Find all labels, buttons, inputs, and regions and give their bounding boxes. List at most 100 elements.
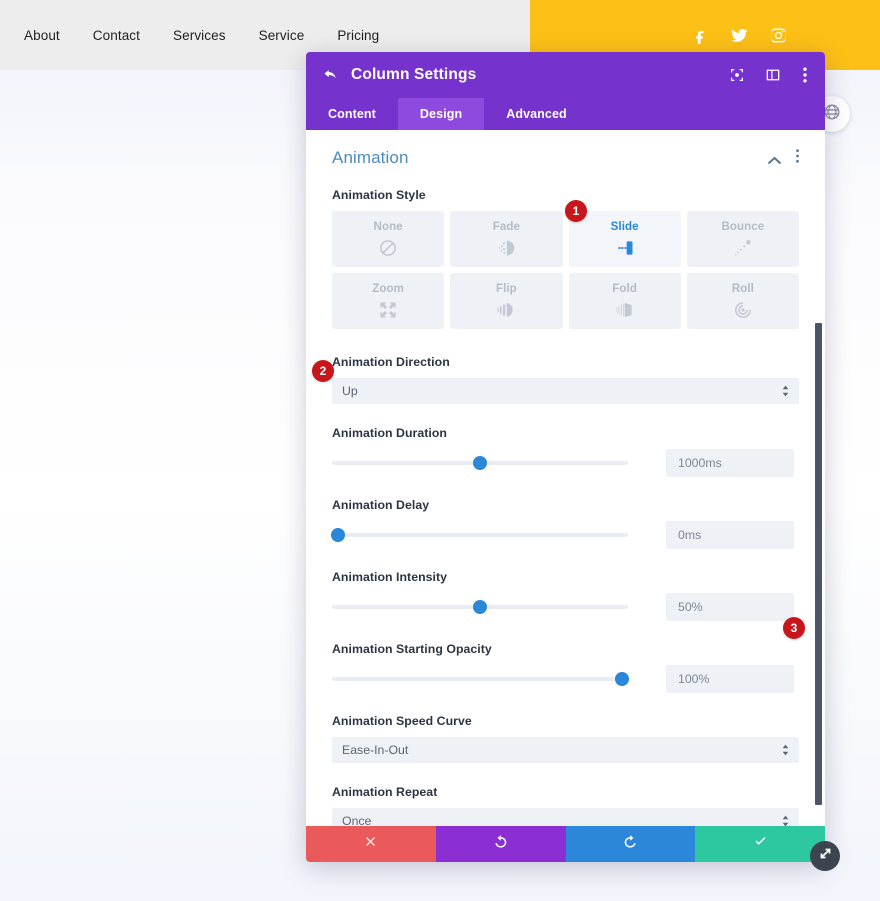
redo-button[interactable]	[565, 826, 696, 862]
nav-link-pricing[interactable]: Pricing	[337, 28, 379, 43]
back-arrow-icon[interactable]	[322, 67, 339, 84]
redo-icon	[623, 834, 638, 854]
chevron-updown-icon	[782, 385, 789, 397]
focus-target-icon[interactable]	[729, 67, 745, 83]
layout-panel-icon[interactable]	[765, 67, 781, 83]
globe-icon	[823, 103, 841, 126]
tab-design[interactable]: Design	[397, 98, 485, 130]
animation-speed-curve-select[interactable]: Ease-In-Out	[332, 737, 799, 763]
slider-handle[interactable]	[473, 456, 487, 470]
style-option-label: Slide	[610, 220, 639, 233]
slider-handle[interactable]	[330, 528, 345, 542]
animation-intensity-input[interactable]: 50%	[666, 593, 794, 621]
close-x-icon	[363, 834, 378, 854]
chevron-updown-icon	[782, 815, 789, 826]
slider-track	[332, 533, 628, 537]
animation-delay-label: Animation Delay	[332, 498, 430, 512]
animation-intensity-slider[interactable]	[332, 597, 628, 617]
animation-direction-value: Up	[342, 384, 358, 398]
animation-speed-curve-label: Animation Speed Curve	[332, 714, 472, 728]
animation-direction-label: Animation Direction	[332, 355, 450, 369]
undo-button[interactable]	[435, 826, 566, 862]
nav-link-service[interactable]: Service	[259, 28, 305, 43]
chevron-up-icon[interactable]	[767, 153, 782, 165]
animation-starting-opacity-label: Animation Starting Opacity	[332, 642, 492, 656]
animation-starting-opacity-row: 100%	[332, 665, 799, 693]
style-option-fade[interactable]: Fade	[450, 211, 563, 267]
undo-icon	[493, 834, 508, 854]
flip-panel-icon	[496, 300, 516, 320]
tab-content[interactable]: Content	[306, 98, 398, 130]
modal-action-bar	[306, 826, 825, 862]
facebook-icon[interactable]	[692, 27, 709, 45]
modal-header: Column Settings	[306, 52, 825, 98]
animation-style-label: Animation Style	[332, 188, 426, 202]
fade-dots-icon	[496, 238, 516, 258]
roll-spiral-icon	[733, 300, 753, 320]
resize-handle[interactable]	[810, 841, 840, 871]
resize-diagonal-icon	[819, 847, 832, 865]
scrollbar-thumb[interactable]	[815, 323, 822, 805]
animation-intensity-row: 50%	[332, 593, 799, 621]
kebab-menu-icon[interactable]	[796, 148, 799, 168]
nav-link-about[interactable]: About	[24, 28, 60, 43]
animation-duration-slider[interactable]	[332, 453, 628, 473]
slider-handle[interactable]	[473, 600, 487, 614]
animation-delay-slider[interactable]	[330, 525, 628, 545]
save-button[interactable]	[695, 826, 825, 862]
style-option-label: Fade	[492, 220, 520, 233]
animation-delay-input[interactable]: 0ms	[666, 521, 794, 549]
style-option-slide[interactable]: Slide	[568, 211, 681, 267]
animation-starting-opacity-input[interactable]: 100%	[666, 665, 794, 693]
animation-delay-row: 0ms	[330, 521, 799, 549]
fold-paper-icon	[615, 300, 635, 320]
style-option-label: Roll	[731, 282, 754, 295]
style-option-zoom[interactable]: Zoom	[332, 273, 445, 329]
modal-body: Animation Animation Style None Fade Slid…	[306, 130, 825, 826]
instagram-icon[interactable]	[770, 27, 787, 44]
twitter-icon[interactable]	[731, 27, 748, 44]
slider-track	[332, 677, 628, 681]
modal-title: Column Settings	[351, 66, 477, 83]
style-option-label: Zoom	[372, 282, 404, 295]
callout-badge-1: 1	[565, 200, 587, 222]
column-settings-modal: Column Settings Content Design Advanced …	[306, 52, 825, 862]
section-title: Animation	[332, 148, 409, 167]
animation-repeat-value: Once	[342, 814, 372, 826]
zoom-expand-icon	[378, 300, 398, 320]
style-option-label: Fold	[612, 282, 637, 295]
bounce-dots-icon	[733, 238, 753, 258]
animation-duration-row: 1000ms	[332, 449, 799, 477]
cancel-button[interactable]	[306, 826, 436, 862]
animation-starting-opacity-slider[interactable]	[332, 669, 630, 689]
style-option-roll[interactable]: Roll	[686, 273, 799, 329]
style-option-flip[interactable]: Flip	[450, 273, 563, 329]
style-option-label: Bounce	[721, 220, 765, 233]
animation-intensity-label: Animation Intensity	[332, 570, 448, 584]
tab-advanced[interactable]: Advanced	[484, 98, 589, 130]
slide-arrow-icon	[615, 238, 635, 258]
style-option-bounce[interactable]: Bounce	[686, 211, 799, 267]
callout-badge-3: 3	[783, 617, 805, 639]
modal-tab-bar: Content Design Advanced	[306, 98, 825, 130]
chevron-updown-icon	[782, 744, 789, 756]
nav-link-contact[interactable]: Contact	[93, 28, 140, 43]
checkmark-icon	[753, 834, 768, 854]
animation-section-header: Animation	[332, 148, 799, 168]
animation-repeat-label: Animation Repeat	[332, 785, 438, 799]
style-option-label: Flip	[495, 282, 517, 295]
callout-badge-2: 2	[312, 360, 334, 382]
style-option-fold[interactable]: Fold	[568, 273, 681, 329]
animation-style-grid: None Fade Slide Bounce Zoom Flip Fold Ro…	[332, 211, 799, 329]
animation-repeat-select[interactable]: Once	[332, 808, 799, 826]
style-option-label: None	[373, 220, 403, 233]
kebab-menu-icon[interactable]	[803, 67, 807, 83]
nav-link-services[interactable]: Services	[173, 28, 226, 43]
animation-duration-input[interactable]: 1000ms	[666, 449, 794, 477]
slider-handle[interactable]	[615, 672, 630, 686]
animation-duration-label: Animation Duration	[332, 426, 447, 440]
style-option-none[interactable]: None	[332, 211, 445, 267]
animation-speed-curve-value: Ease-In-Out	[342, 743, 409, 757]
modal-scrollbar[interactable]	[813, 130, 823, 826]
animation-direction-select[interactable]: Up	[332, 378, 799, 404]
